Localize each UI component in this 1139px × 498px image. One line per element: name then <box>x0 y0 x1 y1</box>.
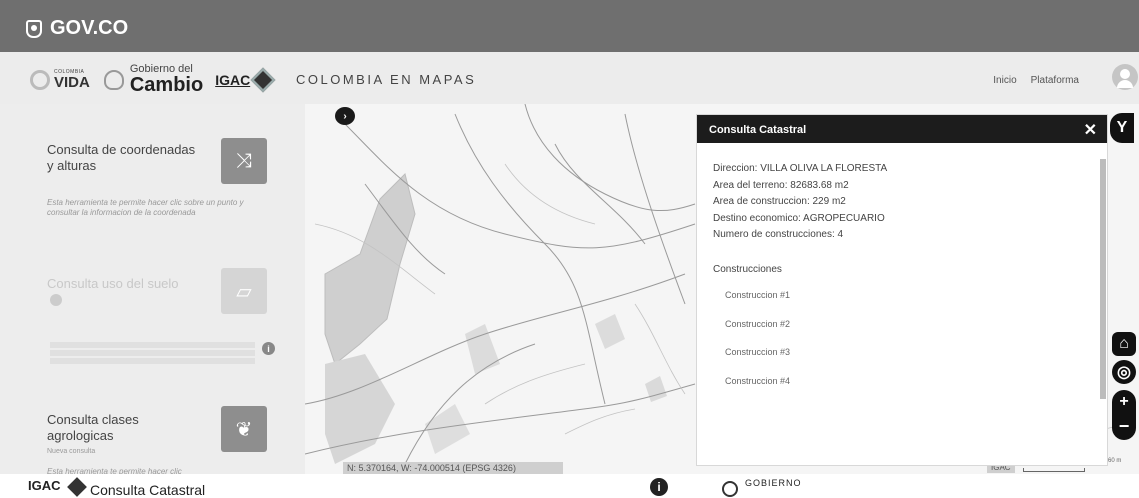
zoom-out-icon[interactable]: − <box>1112 415 1136 440</box>
tool-card-description: Esta herramienta te permite hacer clic s… <box>47 198 244 217</box>
avatar-body <box>1117 80 1133 88</box>
field-area-construccion: Area de construccion: 229 m2 <box>713 196 846 207</box>
info-icon[interactable]: i <box>262 342 275 355</box>
gov-logo-text: GOV.CO <box>50 17 129 39</box>
close-icon[interactable]: ✕ <box>1084 120 1097 140</box>
top-nav: Inicio Plataforma <box>993 75 1079 86</box>
sidebar-toggle-chevron-icon[interactable]: › <box>335 107 355 125</box>
popup-body: Direccion: VILLA OLIVA LA FLORESTA Area … <box>697 143 1107 407</box>
construccion-item[interactable]: Construccion #2 <box>725 316 1091 333</box>
coordinate-readout: N: 5.370164, W: -74.000514 (EPSG 4326) <box>343 462 563 474</box>
tool-card-title: Consulta clases agrologicas <box>47 412 139 443</box>
colombia-vida-logo: COLOMBIA VIDA <box>30 69 90 91</box>
info-icon[interactable]: i <box>650 478 668 496</box>
gobierno-cambio-logo: Gobierno del Cambio <box>129 64 204 96</box>
popup-header: Consulta Catastral ✕ <box>697 115 1107 143</box>
footer-strip: IGAC Consulta Catastral i GOBIERNO <box>0 474 1139 498</box>
nav-plataforma[interactable]: Plataforma <box>1031 75 1079 86</box>
avatar-head <box>1120 69 1130 79</box>
locate-icon[interactable]: ◎ <box>1112 360 1136 384</box>
consulta-catastral-popup: Consulta Catastral ✕ Direccion: VILLA OL… <box>696 114 1108 466</box>
field-direccion: Direccion: VILLA OLIVA LA FLORESTA <box>713 163 888 174</box>
zoom-control: + − <box>1112 390 1136 440</box>
site-title: COLOMBIA EN MAPAS <box>296 72 477 87</box>
shuffle-icon[interactable]: ⤨ <box>221 138 267 184</box>
construcciones-heading: Construcciones <box>713 263 782 275</box>
igac-diamond-icon <box>67 477 87 497</box>
vida-text: VIDA <box>54 73 90 91</box>
leaf-icon[interactable]: ❦ <box>221 406 267 452</box>
tools-menu-icon[interactable]: Y <box>1110 113 1134 143</box>
gobierno-flower-icon <box>103 69 124 90</box>
zoom-in-icon[interactable]: + <box>1112 390 1136 415</box>
tool-card-coordenadas[interactable]: Consulta de coordenadas y alturas Esta h… <box>47 138 277 218</box>
tools-sidebar: Consulta de coordenadas y alturas Esta h… <box>0 104 305 477</box>
faded-description <box>50 340 255 364</box>
home-icon[interactable]: ⌂ <box>1112 332 1136 356</box>
map-icon[interactable]: ▱ <box>221 268 267 314</box>
shield-badge-icon <box>50 294 62 306</box>
footer-title: Consulta Catastral <box>90 482 206 498</box>
popup-scrollbar[interactable] <box>1100 159 1106 399</box>
gov-logo[interactable]: GOV.CO <box>26 17 128 40</box>
colombia-circle-icon <box>30 69 50 90</box>
tool-card-title: Consulta de coordenadas y alturas <box>47 142 196 173</box>
gov-bar: GOV.CO <box>0 0 1139 52</box>
construccion-item[interactable]: Construccion #4 <box>725 373 1091 390</box>
igac-diamond-icon <box>250 67 276 92</box>
shield-icon <box>26 19 42 38</box>
scale-bar <box>1023 468 1085 472</box>
brand-logos: COLOMBIA VIDA Gobierno del Cambio IGAC <box>30 64 276 96</box>
tool-card-uso-suelo[interactable]: Consulta uso del suelo ▱ <box>47 268 277 314</box>
construccion-item[interactable]: Construccion #1 <box>725 287 1091 304</box>
field-destino-economico: Destino economico: AGROPECUARIO <box>713 212 885 224</box>
field-numero-construcciones: Numero de construcciones: 4 <box>713 229 844 240</box>
footer-igac-logo: IGAC <box>28 478 61 493</box>
popup-title: Consulta Catastral <box>709 124 807 136</box>
field-area-terreno: Area del terreno: 82683.68 m2 <box>713 179 849 191</box>
site-header: COLOMBIA VIDA Gobierno del Cambio IGAC C… <box>0 52 1139 104</box>
nav-inicio[interactable]: Inicio <box>993 75 1016 86</box>
scale-label: 60 m <box>1108 458 1122 464</box>
footer-gobierno-text: GOBIERNO <box>745 478 802 488</box>
user-avatar-icon[interactable] <box>1112 64 1138 90</box>
gobierno-seal-icon <box>722 481 738 497</box>
igac-logo-text: IGAC <box>215 71 251 88</box>
tool-card-agrologicas[interactable]: Consulta clases agrologicas Nueva consul… <box>47 406 277 477</box>
construccion-item[interactable]: Construccion #3 <box>725 344 1091 361</box>
cambio-text: Cambio <box>129 74 204 96</box>
